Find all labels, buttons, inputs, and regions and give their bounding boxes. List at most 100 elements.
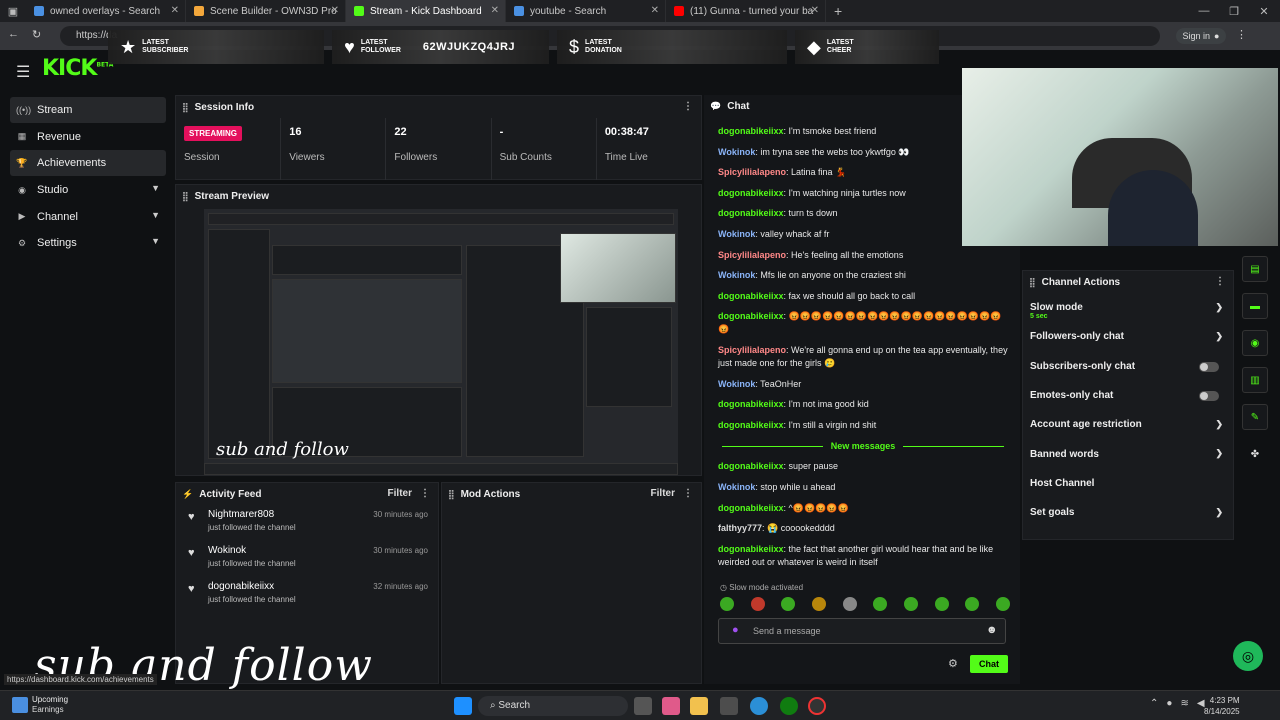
start-icon[interactable]	[454, 697, 472, 715]
emotes-only-toggle[interactable]	[1199, 390, 1219, 401]
sidebar-item-studio[interactable]: ◉ Studio ▼	[10, 177, 166, 203]
emote-icon[interactable]	[995, 597, 1010, 611]
more-options-icon[interactable]: ⋮	[1215, 276, 1225, 287]
emote-icon[interactable]	[781, 597, 796, 611]
emote-icon[interactable]	[811, 597, 826, 611]
weather-widget[interactable]: Upcoming Earnings	[10, 695, 68, 715]
activity-feed-header: ⚡ Activity Feed Filter ⋮	[182, 488, 430, 500]
action-emotes-only: Emotes-only chat	[1023, 381, 1233, 410]
emote-icon[interactable]	[873, 597, 888, 611]
broadcast-icon[interactable]: ◉	[1242, 330, 1268, 356]
tab-1[interactable]: Scene Builder - OWN3D Pro ✕	[186, 0, 346, 22]
signin-button[interactable]: Sign in ●	[1176, 28, 1226, 44]
task-view-icon[interactable]	[634, 697, 652, 715]
chevron-right-icon: ❯	[1215, 331, 1223, 342]
channel-icon: ▶	[18, 211, 26, 222]
filter-button[interactable]: Filter	[388, 488, 412, 499]
window-menu-icon[interactable]: ▣	[0, 0, 26, 22]
microphone-icon[interactable]: ●	[732, 624, 739, 636]
taskbar-search[interactable]: ⌕ Search	[478, 696, 628, 716]
emote-icon[interactable]	[903, 597, 918, 611]
action-account-age[interactable]: Account age restriction ❯	[1023, 410, 1233, 439]
more-options-icon[interactable]: ⋮	[683, 101, 693, 112]
close-icon[interactable]: ✕	[491, 5, 499, 16]
chevron-down-icon: ▼	[151, 209, 160, 220]
chat-message-input[interactable]: Send a message	[718, 618, 1006, 644]
stocks-icon	[12, 697, 28, 713]
more-menu-icon[interactable]: ⋮	[1236, 28, 1247, 41]
action-set-goals[interactable]: Set goals ❯	[1023, 498, 1233, 527]
file-explorer-icon[interactable]	[690, 697, 708, 715]
chevron-down-icon: ▼	[151, 236, 160, 247]
overlay-latest-donation: $ LATEST DONATION	[557, 30, 788, 64]
tab-2[interactable]: Stream - Kick Dashboard ✕	[346, 0, 506, 22]
chat-message: dogonabikeiixx: I'm still a virgin nd sh…	[718, 419, 877, 430]
copilot-icon[interactable]	[662, 697, 680, 715]
emote-icon[interactable]	[750, 597, 765, 611]
notes-icon[interactable]: ▤	[1242, 256, 1268, 282]
tab-4[interactable]: (11) Gunna - turned your ba ✕	[666, 0, 826, 22]
stream-preview-panel: ⣿ Stream Preview sub and follow	[175, 184, 702, 476]
youtube-favicon-icon	[674, 6, 684, 16]
chat-settings-gear-icon[interactable]: ⚙	[948, 657, 958, 670]
chat-bubble-icon[interactable]: ▬	[1242, 293, 1268, 319]
subscribers-only-toggle[interactable]	[1199, 361, 1219, 372]
close-icon[interactable]: ✕	[171, 5, 179, 16]
dollar-icon: $	[569, 36, 580, 57]
obs-icon[interactable]	[808, 697, 826, 715]
chat-message: dogonabikeiixx: ^😡😡😡😡😡	[718, 502, 849, 513]
emote-icon[interactable]	[965, 597, 980, 611]
tab-0[interactable]: owned overlays - Search ✕	[26, 0, 186, 22]
action-banned-words[interactable]: Banned words ❯	[1023, 439, 1233, 468]
hamburger-menu-icon[interactable]: ☰	[16, 62, 30, 82]
new-tab-icon[interactable]: +	[834, 3, 842, 19]
more-options-icon[interactable]: ⋮	[683, 488, 693, 499]
edge-browser-icon[interactable]	[750, 697, 768, 715]
maximize-icon[interactable]: ❐	[1218, 0, 1250, 22]
lightning-icon: ⚡	[182, 488, 194, 499]
close-window-icon[interactable]: ✕	[1248, 0, 1280, 22]
emote-icon[interactable]	[934, 597, 949, 611]
reload-icon[interactable]: ↻	[32, 28, 41, 41]
kick-logo[interactable]: KICKBETA	[42, 56, 113, 81]
chat-send-button[interactable]: Chat	[970, 655, 1008, 673]
sidebar-item-stream[interactable]: ((•)) Stream	[10, 97, 166, 123]
list-item: ♥ Nightmarer808 just followed the channel 3…	[188, 509, 428, 532]
close-icon[interactable]: ✕	[331, 5, 339, 16]
chat-message: Wokinok: TeaOnHer	[718, 378, 802, 389]
wrench-icon[interactable]: ✎	[1242, 404, 1268, 430]
chevron-up-icon: ⌃	[1150, 698, 1167, 709]
stream-preview-video[interactable]: sub and follow	[204, 209, 678, 475]
sidebar-item-channel[interactable]: ▶ Channel ▼	[10, 204, 166, 230]
taskbar-clock[interactable]: 4:23 PM 8/14/2025	[1204, 695, 1240, 717]
emoji-icon[interactable]: ☻	[986, 624, 998, 636]
minimize-icon[interactable]: —	[1188, 0, 1220, 22]
tab-3[interactable]: youtube - Search ✕	[506, 0, 666, 22]
chart-icon: ▦	[17, 131, 27, 142]
grip-icon: ⣿	[182, 190, 189, 201]
chat-message: dogonabikeiixx: 😡😡😡😡😡😡😡😡😡😡😡😡😡😡😡😡😡😡😡😡	[718, 311, 1002, 335]
help-support-button[interactable]: ◎	[1233, 641, 1263, 671]
layout-icon[interactable]: ▥	[1242, 367, 1268, 393]
more-options-icon[interactable]: ⋮	[420, 488, 430, 499]
sidebar-item-settings[interactable]: ⚙ Settings ▼	[10, 230, 166, 256]
filter-button[interactable]: Filter	[651, 488, 675, 499]
close-icon[interactable]: ✕	[651, 5, 659, 16]
action-slow-mode[interactable]: Slow mode 5 sec ❯	[1023, 293, 1233, 322]
emote-icon[interactable]	[842, 597, 857, 611]
sidebar-item-revenue[interactable]: ▦ Revenue	[10, 124, 166, 150]
puzzle-icon[interactable]: ✤	[1242, 441, 1268, 467]
emote-icon[interactable]	[720, 597, 734, 611]
chat-message: Spicylilialapeno: He's feeling all the e…	[718, 249, 904, 260]
list-item: ♥ Wokinok just followed the channel 30 minu…	[188, 545, 428, 568]
store-icon[interactable]	[720, 697, 738, 715]
close-icon[interactable]: ✕	[811, 5, 819, 16]
back-icon[interactable]: ←	[8, 28, 19, 40]
overlay-latest-subscriber: ★ LATEST SUBSCRIBER	[108, 30, 325, 64]
xbox-icon[interactable]	[780, 697, 798, 715]
new-messages-divider[interactable]: New messages	[714, 439, 1012, 453]
chat-message: Wokinok: stop while u ahead	[718, 481, 836, 492]
sidebar-item-achievements[interactable]: 🏆 Achievements	[10, 150, 166, 177]
action-followers-only[interactable]: Followers-only chat ❯	[1023, 322, 1233, 351]
action-host-channel[interactable]: Host Channel	[1023, 469, 1233, 498]
